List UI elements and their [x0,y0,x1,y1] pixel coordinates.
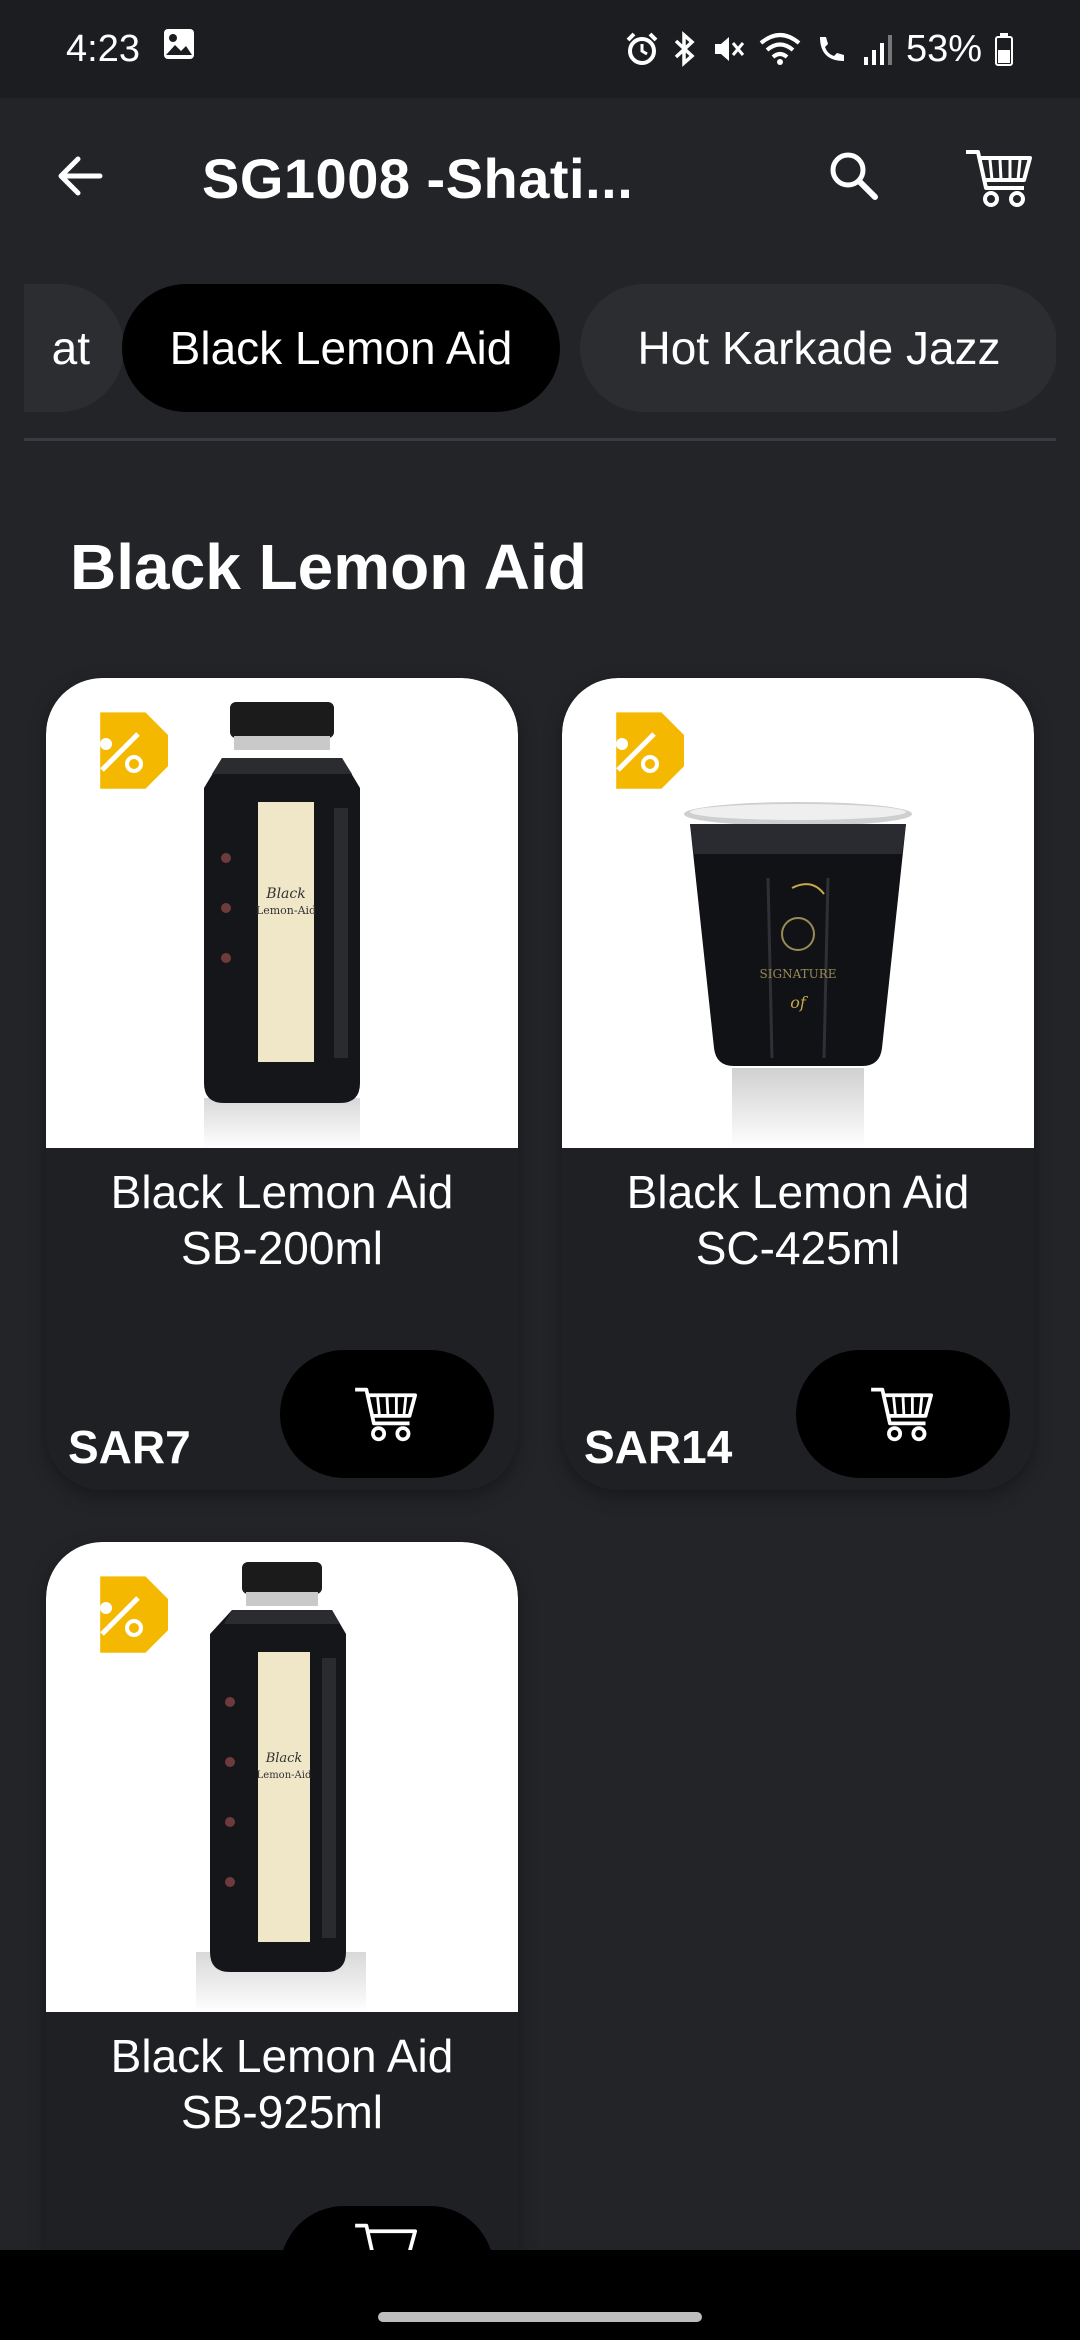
system-navigation-bar [0,2250,1080,2340]
category-tabs: at Black Lemon Aid Hot Karkade Jazz [24,280,1056,418]
cart-icon [355,2223,417,2250]
gallery-notification-icon [162,27,196,71]
arrow-left-icon [58,156,103,196]
svg-text:Black: Black [265,886,305,902]
discount-tag-icon [100,712,168,789]
section-title: Black Lemon Aid [70,531,587,603]
status-time: 4:23 [66,27,140,70]
status-bar: 4:23 53% [0,0,1080,98]
back-button[interactable] [44,140,116,212]
category-chip-hot-karkade-jazz[interactable]: Hot Karkade Jazz [580,284,1056,412]
cart-icon [871,1387,933,1442]
cart-icon [355,1387,417,1442]
discount-tag-icon [616,712,684,789]
category-chip-label: Black Lemon Aid [169,322,513,374]
svg-text:Lemon-Aid: Lemon-Aid [257,1770,312,1781]
search-icon [830,152,878,200]
divider [24,438,1056,441]
product-card[interactable]: Black Lemon-Aid Black Lemon Aid SB-200ml… [46,678,518,1490]
mute-icon [710,31,746,67]
signal-icon [862,31,894,67]
battery-icon [994,31,1014,67]
category-chip-label: at [51,322,90,374]
wifi-calling-icon [814,31,850,67]
alarm-icon [624,31,660,67]
category-chip-partial[interactable]: at [24,284,124,412]
home-gesture-handle[interactable] [378,2312,702,2322]
product-card[interactable]: SIGNATURE of Black Lemon Aid SC-425ml SA… [562,678,1034,1490]
product-name: Black Lemon Aid SB-200ml [46,1164,518,1276]
product-image[interactable]: SIGNATURE of [562,678,1034,1148]
search-button[interactable] [818,140,890,212]
product-card[interactable]: Black Lemon-Aid Black Lemon Aid SB-925ml [46,1542,518,2250]
status-right: 53% [624,28,1014,71]
product-name: Black Lemon Aid SC-425ml [562,1164,1034,1276]
cart-icon [966,150,1032,207]
discount-tag-icon [100,1576,168,1653]
cart-button[interactable] [960,138,1040,218]
product-name-line1: Black Lemon Aid [626,1166,970,1218]
app-bar: SG1008 -Shati... [0,98,1080,266]
product-image[interactable]: Black Lemon-Aid [46,1542,518,2012]
svg-text:SIGNATURE: SIGNATURE [760,967,837,981]
add-to-cart-button[interactable] [796,1350,1010,1478]
product-name-line1: Black Lemon Aid [110,2030,454,2082]
product-name-line2: SB-200ml [181,1222,383,1274]
add-to-cart-button[interactable] [280,2206,494,2250]
category-chip-label: Hot Karkade Jazz [637,322,1001,374]
product-name: Black Lemon Aid SB-925ml [46,2028,518,2140]
product-name-line2: SB-925ml [181,2086,383,2138]
wifi-icon [758,31,802,67]
svg-text:Lemon-Aid: Lemon-Aid [256,904,316,917]
page-title: SG1008 -Shati... [202,147,634,210]
product-image[interactable]: Black Lemon-Aid [46,678,518,1148]
product-name-line1: Black Lemon Aid [110,1166,454,1218]
product-price: SAR14 [584,1421,733,1473]
product-name-line2: SC-425ml [695,1222,901,1274]
svg-text:Black: Black [265,1751,303,1766]
add-to-cart-button[interactable] [280,1350,494,1478]
category-chip-black-lemon-aid[interactable]: Black Lemon Aid [122,284,560,412]
bluetooth-icon [672,31,698,67]
battery-text: 53% [905,27,982,70]
status-left: 4:23 [66,27,196,71]
product-price: SAR7 [68,1421,191,1473]
